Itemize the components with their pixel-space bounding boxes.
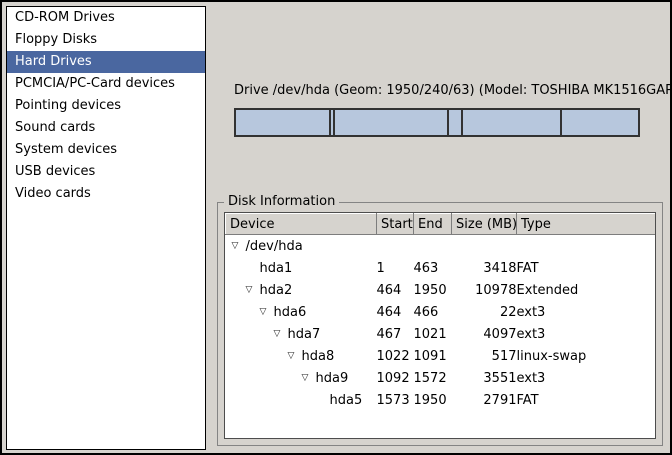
type-cell: ext3 <box>517 301 656 323</box>
size-cell: 2791 <box>452 389 517 411</box>
end-cell: 466 <box>414 301 452 323</box>
sidebar-item-pcmcia-pc-card-devices[interactable]: PCMCIA/PC-Card devices <box>7 73 205 95</box>
sidebar-item-sound-cards[interactable]: Sound cards <box>7 117 205 139</box>
tree-indent <box>226 400 316 401</box>
tree-indent <box>226 312 260 313</box>
sidebar-item-usb-devices[interactable]: USB devices <box>7 161 205 183</box>
table-row-hda9[interactable]: ▽hda9 109215723551ext3 <box>226 367 656 389</box>
device-category-list: CD-ROM DrivesFloppy DisksHard DrivesPCMC… <box>6 6 206 450</box>
sidebar-item-pointing-devices[interactable]: Pointing devices <box>7 95 205 117</box>
start-cell <box>377 235 414 258</box>
column-header-size[interactable]: Size (MB) <box>452 214 517 235</box>
table-row-dev-hda[interactable]: ▽/dev/hda <box>226 235 656 258</box>
disk-information-legend: Disk Information <box>224 194 339 210</box>
partition-segment-hda5 <box>562 110 638 135</box>
sidebar-item-video-cards[interactable]: Video cards <box>7 183 205 205</box>
device-label: hda8 <box>302 349 335 364</box>
tree-expander-icon[interactable]: ▽ <box>302 373 316 383</box>
disk-table: Device Start End Size (MB) Type ▽/dev/hd… <box>225 213 655 411</box>
partition-segment-hda9 <box>463 110 562 135</box>
type-cell: ext3 <box>517 323 656 345</box>
start-cell: 1092 <box>377 367 414 389</box>
end-cell: 1950 <box>414 279 452 301</box>
end-cell: 1950 <box>414 389 452 411</box>
start-cell: 1573 <box>377 389 414 411</box>
disk-information-groupbox: Disk Information Device Start End Size (… <box>217 202 663 446</box>
column-header-type[interactable]: Type <box>517 214 656 235</box>
partition-bar <box>234 108 640 137</box>
type-cell: ext3 <box>517 367 656 389</box>
device-label: hda6 <box>274 305 307 320</box>
device-label: /dev/hda <box>246 239 303 254</box>
table-row-hda8[interactable]: ▽hda8 10221091517linux-swap <box>226 345 656 367</box>
type-cell <box>517 235 656 258</box>
end-cell: 1091 <box>414 345 452 367</box>
type-cell: Extended <box>517 279 656 301</box>
start-cell: 1022 <box>377 345 414 367</box>
start-cell: 467 <box>377 323 414 345</box>
type-cell: linux-swap <box>517 345 656 367</box>
table-row-hda1[interactable]: hda1 14633418FAT <box>226 257 656 279</box>
size-cell: 3418 <box>452 257 517 279</box>
tree-expander-icon[interactable]: ▽ <box>274 329 288 339</box>
table-row-hda6[interactable]: ▽hda6 46446622ext3 <box>226 301 656 323</box>
device-label: hda1 <box>260 261 293 276</box>
device-label: hda9 <box>316 371 349 386</box>
disk-table-body: ▽/dev/hdahda114633418FAT▽hda246419501097… <box>226 235 656 412</box>
end-cell <box>414 235 452 258</box>
drive-geometry-label: Drive /dev/hda (Geom: 1950/240/63) (Mode… <box>234 83 640 98</box>
sidebar-item-hard-drives[interactable]: Hard Drives <box>7 51 205 73</box>
size-cell: 4097 <box>452 323 517 345</box>
tree-expander-icon[interactable]: ▽ <box>246 285 260 295</box>
column-header-device[interactable]: Device <box>226 214 377 235</box>
device-label: hda7 <box>288 327 321 342</box>
tree-expander-icon[interactable]: ▽ <box>288 351 302 361</box>
disk-table-header-row: Device Start End Size (MB) Type <box>226 214 656 235</box>
sidebar-item-cd-rom-drives[interactable]: CD-ROM Drives <box>7 7 205 29</box>
start-cell: 464 <box>377 301 414 323</box>
device-label: hda2 <box>260 283 293 298</box>
end-cell: 1021 <box>414 323 452 345</box>
disk-table-frame: Device Start End Size (MB) Type ▽/dev/hd… <box>224 212 656 439</box>
tree-indent <box>226 334 274 335</box>
tree-indent <box>226 290 246 291</box>
column-header-end[interactable]: End <box>414 214 452 235</box>
partition-segment-hda7 <box>335 110 448 135</box>
size-cell: 10978 <box>452 279 517 301</box>
end-cell: 463 <box>414 257 452 279</box>
partition-segment-hda8 <box>449 110 463 135</box>
hardware-browser-window: CD-ROM DrivesFloppy DisksHard DrivesPCMC… <box>0 0 672 455</box>
sidebar-item-floppy-disks[interactable]: Floppy Disks <box>7 29 205 51</box>
size-cell: 22 <box>452 301 517 323</box>
tree-expander-icon[interactable]: ▽ <box>260 307 274 317</box>
column-header-start[interactable]: Start <box>377 214 414 235</box>
tree-expander-icon[interactable]: ▽ <box>232 241 246 251</box>
device-label: hda5 <box>330 393 363 408</box>
sidebar-item-system-devices[interactable]: System devices <box>7 139 205 161</box>
start-cell: 1 <box>377 257 414 279</box>
tree-indent <box>226 378 302 379</box>
tree-indent <box>226 356 288 357</box>
size-cell: 517 <box>452 345 517 367</box>
partition-segment-hda1 <box>236 110 331 135</box>
table-row-hda2[interactable]: ▽hda2 464195010978Extended <box>226 279 656 301</box>
size-cell: 3551 <box>452 367 517 389</box>
start-cell: 464 <box>377 279 414 301</box>
type-cell: FAT <box>517 389 656 411</box>
table-row-hda7[interactable]: ▽hda7 46710214097ext3 <box>226 323 656 345</box>
size-cell <box>452 235 517 258</box>
tree-indent <box>226 268 246 269</box>
end-cell: 1572 <box>414 367 452 389</box>
table-row-hda5[interactable]: hda5 157319502791FAT <box>226 389 656 411</box>
type-cell: FAT <box>517 257 656 279</box>
